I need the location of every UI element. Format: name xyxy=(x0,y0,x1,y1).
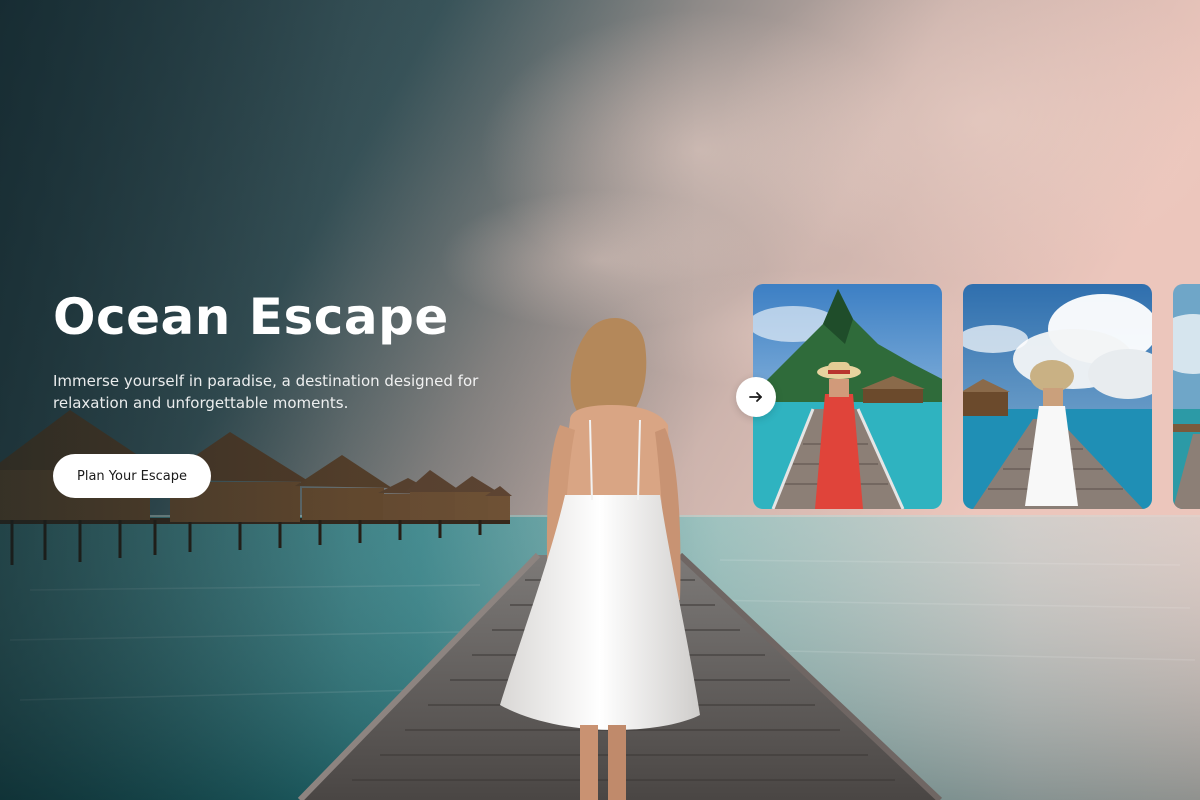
destination-card[interactable] xyxy=(1173,284,1200,509)
hero-title: Ocean Escape xyxy=(53,288,449,346)
destination-carousel xyxy=(753,284,1200,510)
hero-section: Ocean Escape Immerse yourself in paradis… xyxy=(0,0,1200,800)
destination-card-image xyxy=(1173,284,1200,509)
destination-card-image xyxy=(963,284,1152,509)
plan-your-escape-button[interactable]: Plan Your Escape xyxy=(53,454,212,498)
carousel-next-button[interactable] xyxy=(736,377,776,417)
hero-description: Immerse yourself in paradise, a destinat… xyxy=(53,372,479,412)
destination-card-image xyxy=(753,284,942,509)
arrow-right-icon xyxy=(748,389,764,405)
destination-card[interactable] xyxy=(753,284,942,509)
hero-content: Ocean Escape Immerse yourself in paradis… xyxy=(53,286,553,498)
destination-card[interactable] xyxy=(963,284,1152,509)
